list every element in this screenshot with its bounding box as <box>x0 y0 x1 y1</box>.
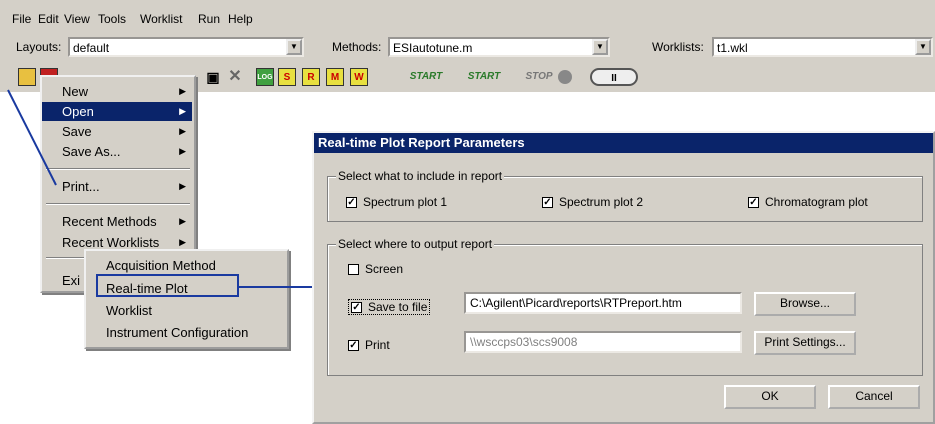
check-icon: ✓ <box>346 196 357 208</box>
chromatogram-plot-label: Chromatogram plot <box>765 195 868 209</box>
browse-button[interactable]: Browse... <box>754 292 856 316</box>
save-to-file-checkbox[interactable]: ✓ Save to file <box>348 299 431 315</box>
check-icon: ✓ <box>348 339 359 351</box>
spectrum-plot-2-label: Spectrum plot 2 <box>559 195 644 209</box>
include-group-legend: Select what to include in report <box>336 169 505 183</box>
include-group: Select what to include in report ✓ Spect… <box>327 169 923 222</box>
cancel-button[interactable]: Cancel <box>828 385 920 409</box>
ok-button[interactable]: OK <box>724 385 816 409</box>
dialog-titlebar: Real-time Plot Report Parameters <box>314 133 933 153</box>
spectrum-plot-1-label: Spectrum plot 1 <box>363 195 448 209</box>
spectrum-plot-2-checkbox[interactable]: ✓ Spectrum plot 2 <box>542 195 643 209</box>
check-icon: ✓ <box>748 196 759 208</box>
screen-checkbox[interactable]: Screen <box>348 262 403 276</box>
print-settings-button[interactable]: Print Settings... <box>754 331 856 355</box>
check-icon: ✓ <box>542 196 553 208</box>
checkbox-empty-icon <box>348 263 359 275</box>
callout-line <box>7 89 57 186</box>
real-time-plot-dialog: Real-time Plot Report Parameters Select … <box>312 131 935 424</box>
chromatogram-plot-checkbox[interactable]: ✓ Chromatogram plot <box>748 195 868 209</box>
output-group-legend: Select where to output report <box>336 237 495 251</box>
save-path-input[interactable]: C:\Agilent\Picard\reports\RTPreport.htm <box>464 292 742 314</box>
printer-value: \\wsccps03\scs9008 <box>470 335 578 349</box>
check-icon: ✓ <box>351 301 362 313</box>
save-path-value: C:\Agilent\Picard\reports\RTPreport.htm <box>470 296 682 310</box>
output-group: Select where to output report Screen ✓ S… <box>327 237 923 376</box>
save-to-file-label: Save to file <box>368 300 428 314</box>
print-label: Print <box>365 338 390 352</box>
print-checkbox[interactable]: ✓ Print <box>348 338 390 352</box>
spectrum-plot-1-checkbox[interactable]: ✓ Spectrum plot 1 <box>346 195 447 209</box>
printer-input[interactable]: \\wsccps03\scs9008 <box>464 331 742 353</box>
screen-label: Screen <box>365 262 404 276</box>
dialog-title: Real-time Plot Report Parameters <box>318 135 525 150</box>
